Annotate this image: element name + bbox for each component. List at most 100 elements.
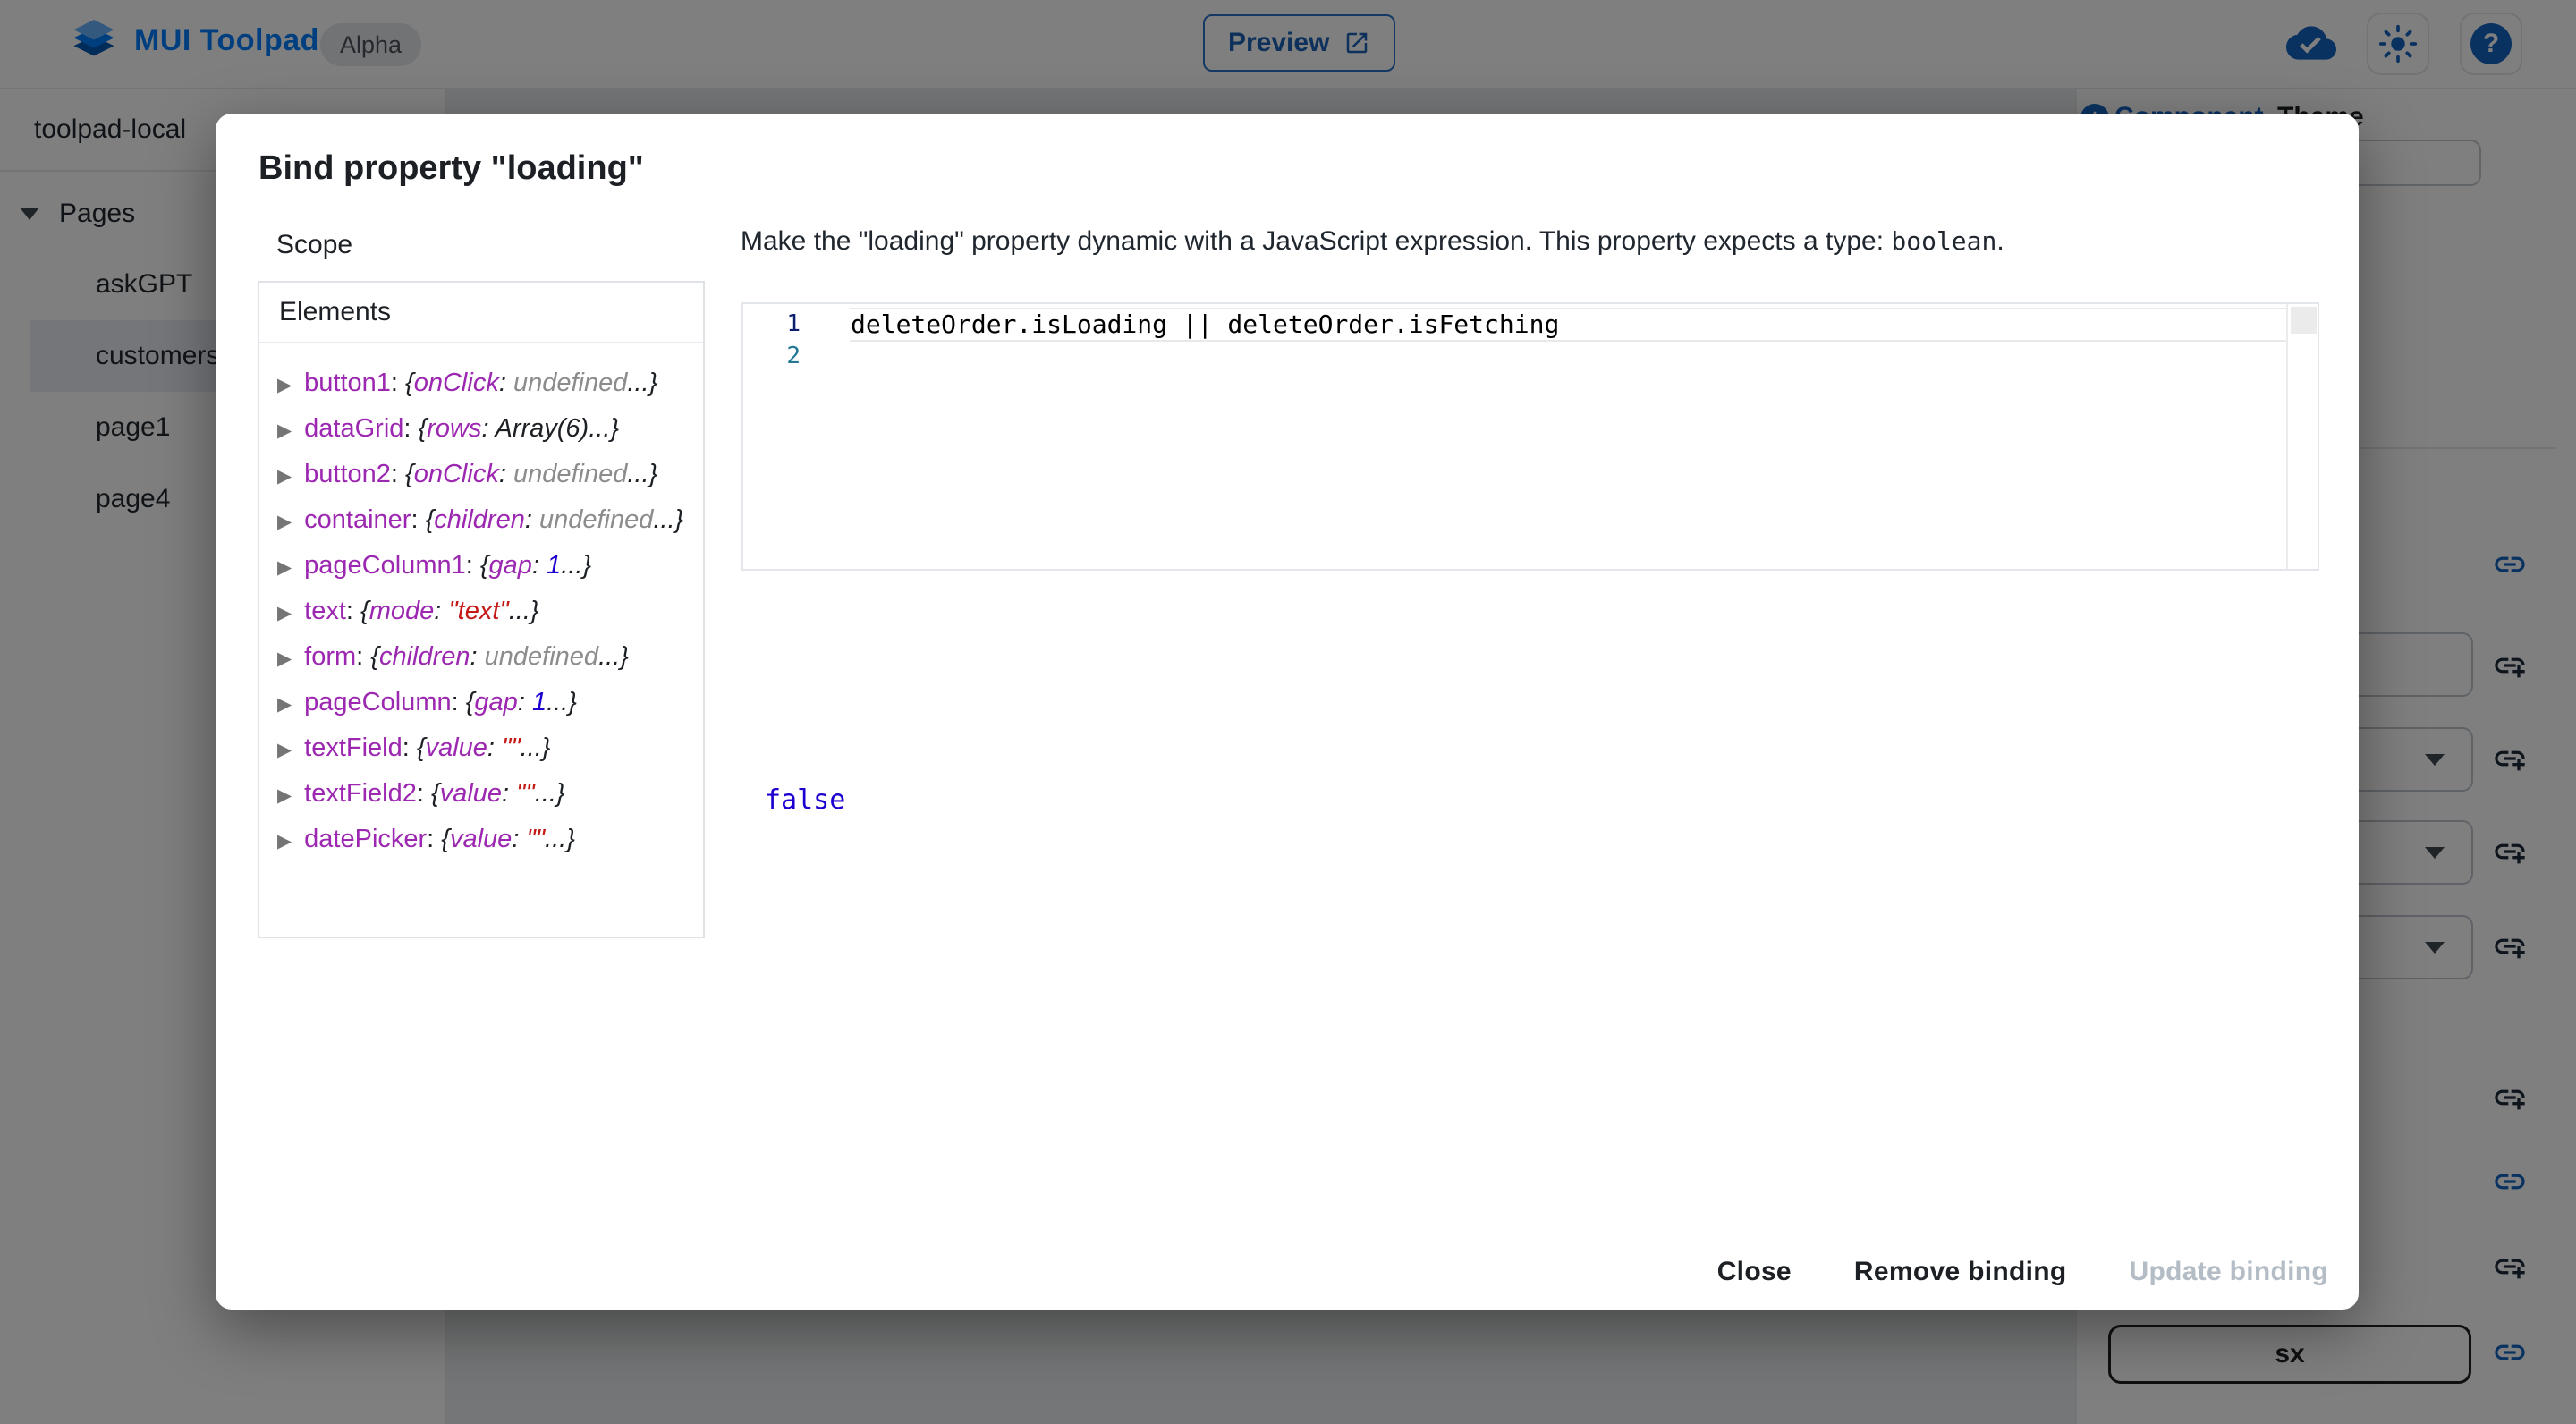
tree-item-name: dataGrid [304, 414, 403, 443]
tree-token: : [532, 551, 547, 580]
expand-caret-icon[interactable]: ▶ [277, 375, 292, 395]
tree-item-colon: : [391, 369, 405, 397]
tree-token: { [431, 779, 440, 808]
tree-token: ...} [547, 688, 577, 716]
tree-token: undefined [513, 460, 627, 488]
tree-item-colon: : [427, 825, 441, 853]
expand-caret-icon[interactable]: ▶ [277, 420, 292, 441]
tree-token: value [426, 733, 487, 762]
tree-token: : [434, 597, 448, 625]
scope-tree-item-button2[interactable]: ▶ button2: {onClick: undefined...} [277, 453, 685, 498]
tree-token: : [481, 414, 495, 443]
expand-caret-icon[interactable]: ▶ [277, 785, 292, 806]
dialog-description: Make the "loading" property dynamic with… [741, 226, 2315, 257]
tree-token: ...} [509, 597, 539, 625]
tree-token: value [440, 779, 502, 808]
code-editor[interactable]: 1deleteOrder.isLoading || deleteOrder.is… [741, 302, 2319, 571]
editor-line[interactable]: 1deleteOrder.isLoading || deleteOrder.is… [743, 308, 1559, 340]
bind-property-dialog: Bind property "loading" Scope Elements ▶… [216, 114, 2359, 1310]
tree-token: { [405, 460, 414, 488]
expand-caret-icon[interactable]: ▶ [277, 512, 292, 532]
scope-tree: ▶button1: {onClick: undefined...}▶dataGr… [259, 343, 703, 863]
tree-item-name: textField2 [304, 779, 417, 808]
editor-scrollbar-thumb[interactable] [2291, 307, 2317, 334]
scope-label: Scope [276, 230, 352, 260]
tree-item-colon: : [391, 460, 405, 488]
update-binding-button[interactable]: Update binding [2113, 1248, 2344, 1296]
elements-header: Elements [259, 283, 703, 343]
tree-item-name: textField [304, 733, 402, 762]
scope-tree-item-dataGrid[interactable]: ▶dataGrid: {rows: Array(6)...} [277, 407, 685, 453]
scope-tree-item-datePicker[interactable]: ▶datePicker: {value: ""...} [277, 818, 685, 863]
tree-token: { [426, 505, 435, 534]
tree-token: 1 [532, 688, 547, 716]
tree-token: "text" [448, 597, 508, 625]
scope-tree-item-form[interactable]: ▶form: {children: undefined...} [277, 635, 685, 681]
code-text: deleteOrder.isLoading || deleteOrder.isF… [851, 309, 1559, 339]
expand-caret-icon[interactable]: ▶ [277, 557, 292, 578]
tree-token: 1 [547, 551, 561, 580]
scope-tree-item-pageColumn1[interactable]: ▶pageColumn1: {gap: 1...} [277, 544, 685, 589]
tree-token: { [370, 642, 379, 671]
tree-token: { [360, 597, 369, 625]
expand-caret-icon[interactable]: ▶ [277, 603, 292, 623]
tree-token: gap [489, 551, 532, 580]
scope-tree-item-container[interactable]: ▶container: {children: undefined...} [277, 498, 685, 544]
tree-token: value [450, 825, 512, 853]
tree-token: { [417, 733, 426, 762]
expand-caret-icon[interactable]: ▶ [277, 648, 292, 669]
tree-token: "" [526, 825, 545, 853]
tree-token: : [487, 733, 502, 762]
scope-tree-item-pageColumn[interactable]: ▶pageColumn: {gap: 1...} [277, 681, 685, 726]
tree-token: undefined [513, 369, 627, 397]
tree-token: mode [369, 597, 435, 625]
expand-caret-icon[interactable]: ▶ [277, 694, 292, 715]
tree-token: : [518, 688, 532, 716]
tree-token: : [499, 460, 513, 488]
tree-token: ...} [627, 460, 657, 488]
tree-token: ...} [535, 779, 565, 808]
tree-token: undefined [485, 642, 598, 671]
dialog-title: Bind property "loading" [258, 149, 644, 188]
expand-caret-icon[interactable]: ▶ [277, 831, 292, 852]
description-type: boolean [1891, 226, 1996, 256]
close-button[interactable]: Close [1701, 1248, 1808, 1296]
scope-tree-item-textField[interactable]: ▶textField: {value: ""...} [277, 726, 685, 772]
expand-caret-icon[interactable]: ▶ [277, 740, 292, 760]
tree-item-colon: : [346, 597, 360, 625]
tree-item-name: text [304, 597, 346, 625]
tree-item-name: container [304, 505, 411, 534]
tree-token: "" [516, 779, 535, 808]
editor-scrollbar-divider [2286, 304, 2288, 569]
remove-binding-button[interactable]: Remove binding [1838, 1248, 2083, 1296]
tree-token: onClick [414, 460, 499, 488]
tree-item-colon: : [403, 414, 418, 443]
tree-item-name: button2 [304, 460, 391, 488]
editor-line[interactable]: 2 [743, 340, 851, 372]
tree-token: : [512, 825, 526, 853]
scope-tree-item-textField2[interactable]: ▶textField2: {value: ""...} [277, 772, 685, 818]
tree-token: : [499, 369, 513, 397]
tree-token: : [470, 642, 485, 671]
tree-token: ...} [627, 369, 657, 397]
scope-tree-item-button1[interactable]: ▶button1: {onClick: undefined...} [277, 361, 685, 407]
tree-token: ...} [521, 733, 551, 762]
tree-token: gap [474, 688, 517, 716]
scope-tree-item-text[interactable]: ▶ text: {mode: "text"...} [277, 589, 685, 635]
line-number: 2 [743, 343, 801, 369]
tree-item-name: form [304, 642, 356, 671]
dialog-actions: Close Remove binding Update binding [1701, 1248, 2344, 1296]
tree-token: Array(6) [495, 414, 589, 443]
tree-token: rows [427, 414, 481, 443]
tree-token: ...} [653, 505, 683, 534]
tree-token: "" [502, 733, 521, 762]
tree-item-colon: : [356, 642, 370, 671]
tree-token: { [419, 414, 428, 443]
tree-item-colon: : [411, 505, 425, 534]
tree-item-colon: : [452, 688, 466, 716]
expand-caret-icon[interactable]: ▶ [277, 466, 292, 487]
tree-token: : [502, 779, 516, 808]
tree-token: undefined [539, 505, 653, 534]
tree-token: ...} [561, 551, 591, 580]
description-period: . [1996, 226, 2004, 256]
